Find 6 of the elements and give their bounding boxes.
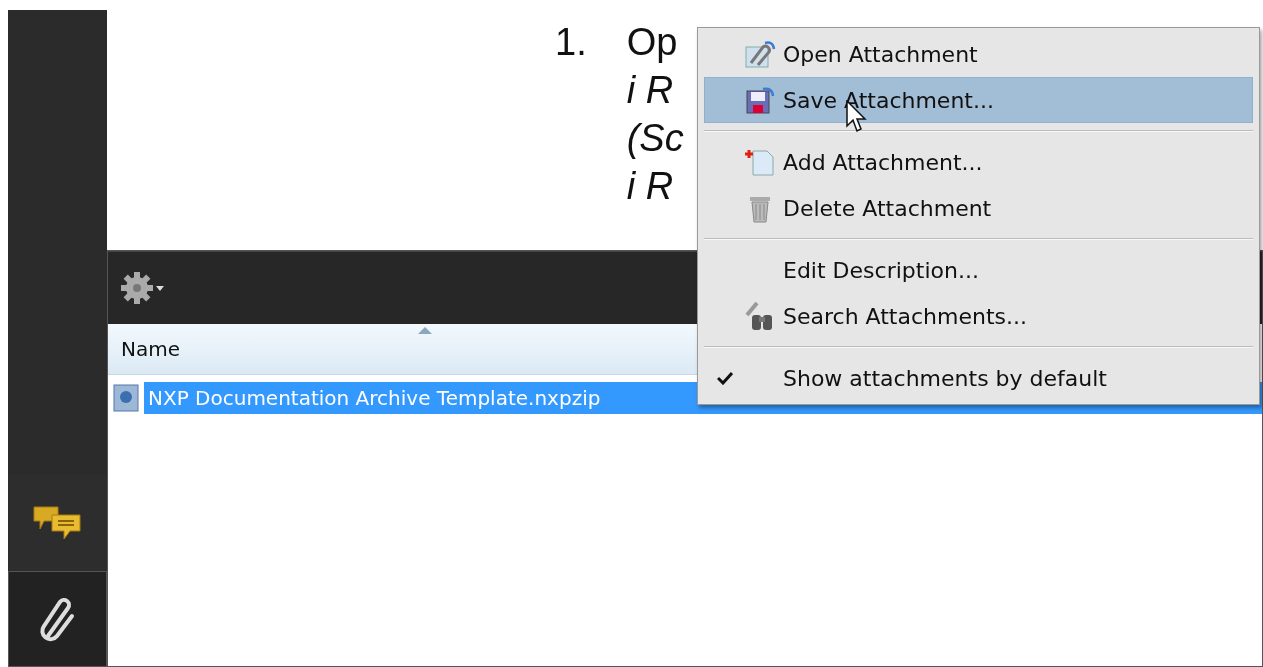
document-text: i R — [626, 164, 675, 209]
document-text: Op — [626, 20, 679, 65]
column-title: Name — [120, 337, 180, 361]
document-text: i R — [626, 68, 675, 113]
document-text: (Sc — [626, 116, 684, 161]
list-number: 1. — [555, 20, 587, 65]
